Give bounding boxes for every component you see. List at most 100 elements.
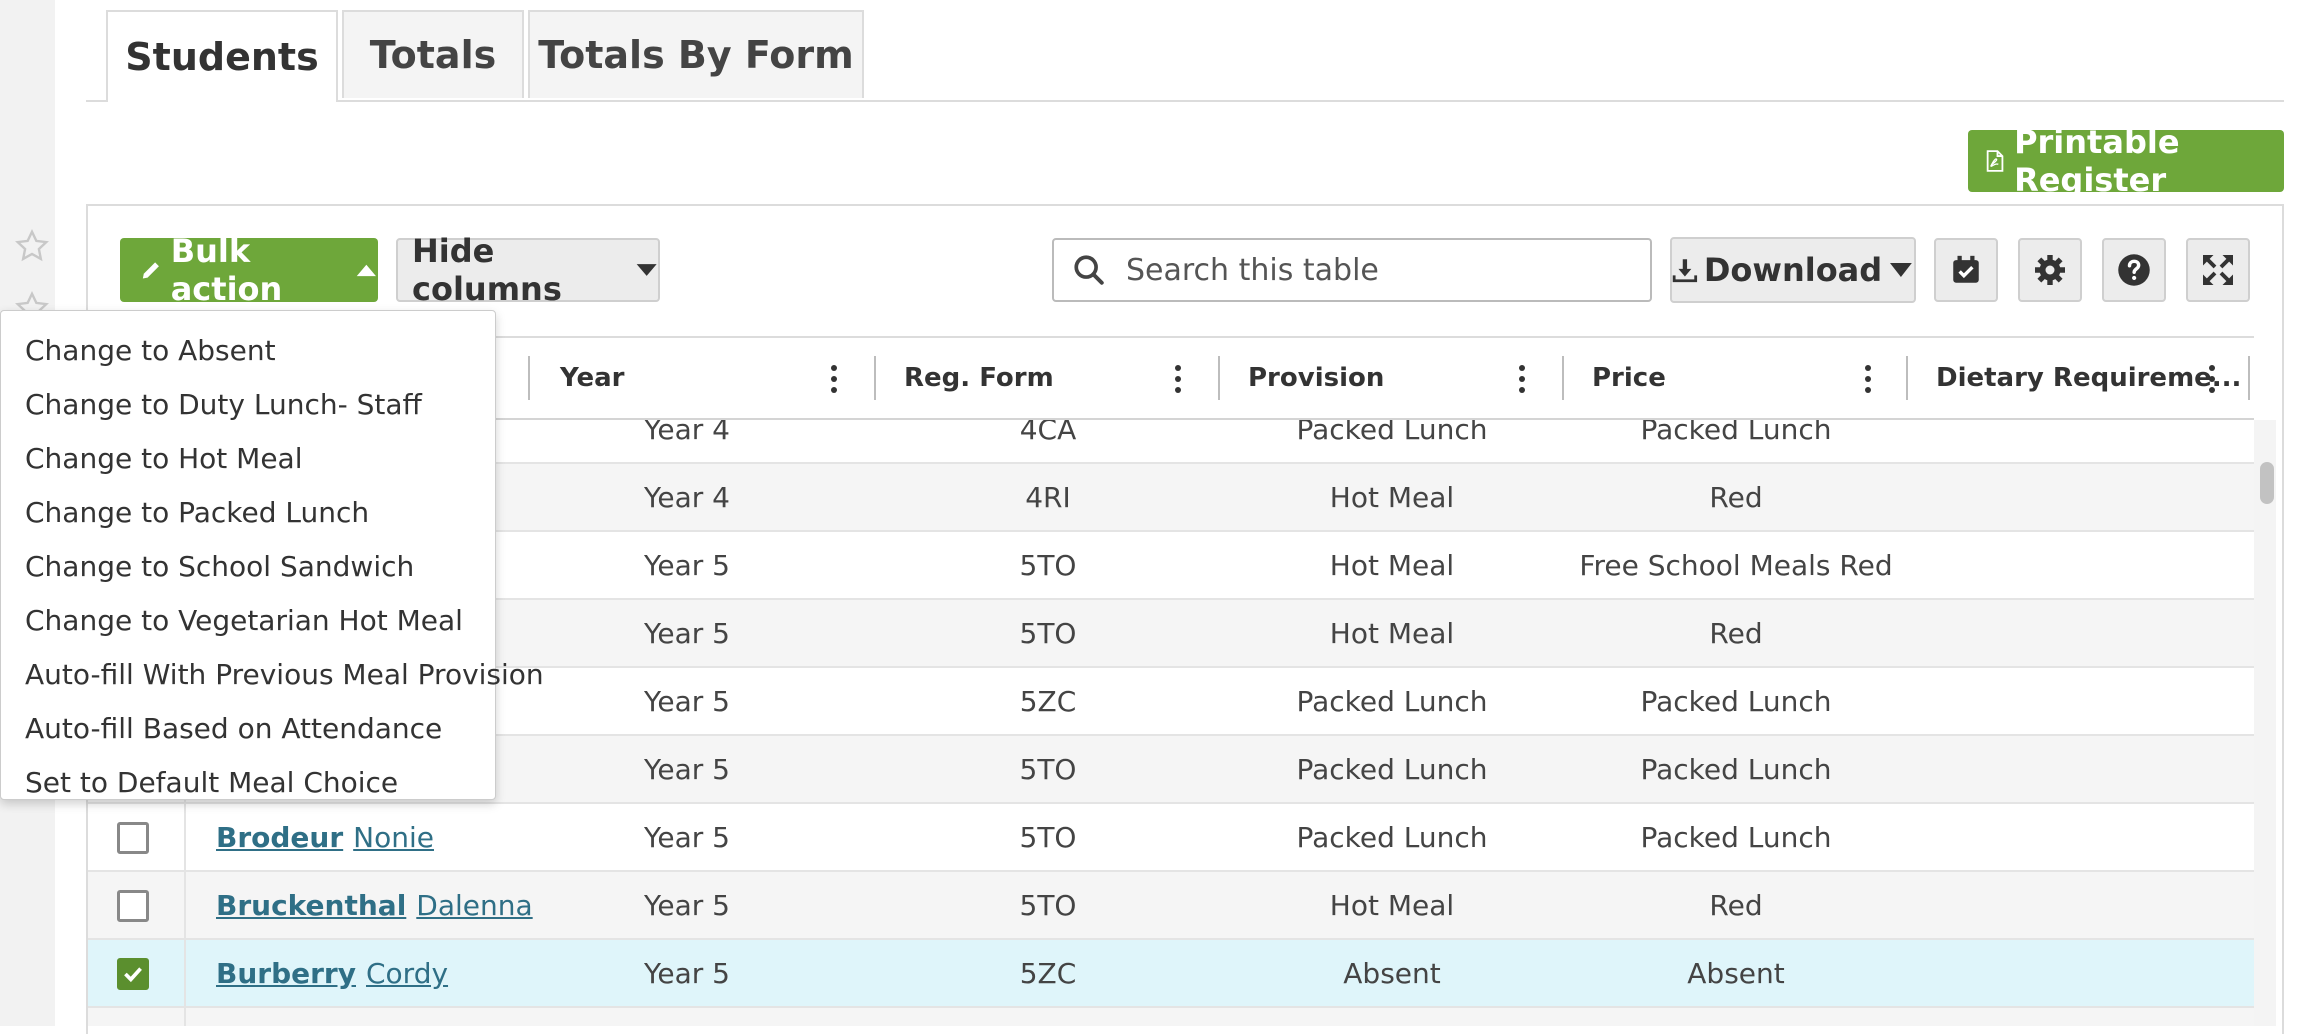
dietary-cell — [1908, 804, 2252, 870]
printable-register-label: Printable Register — [2014, 123, 2180, 199]
bulk-menu-item[interactable]: Change to School Sandwich — [25, 543, 414, 589]
column-divider[interactable] — [1906, 356, 1908, 400]
form-cell: 5TO — [1019, 888, 1077, 922]
bulk-menu-item[interactable]: Change to Duty Lunch- Staff — [25, 381, 422, 427]
download-icon — [1672, 259, 1698, 283]
table-row[interactable]: Bruckenthal Dalenna Year 5 5TO Hot Meal Red — [88, 872, 2254, 940]
column-menu-icon[interactable] — [2208, 364, 2216, 394]
bulk-menu-item[interactable]: Set to Default Meal Choice — [25, 759, 398, 805]
provision-cell: Packed Lunch — [1296, 752, 1488, 786]
column-divider[interactable] — [1218, 356, 1220, 400]
pdf-file-icon — [1986, 150, 2004, 172]
year-cell: Year 5 — [644, 888, 730, 922]
price-cell: Free School Meals Red — [1579, 548, 1893, 582]
row-checkbox[interactable] — [117, 958, 149, 990]
column-menu-icon[interactable] — [1518, 364, 1526, 394]
dietary-cell — [1908, 464, 2252, 530]
tab-bar: Students Totals Totals By Form — [86, 0, 2284, 102]
printable-register-button[interactable]: Printable Register — [1968, 123, 2284, 199]
form-cell: 5TO — [1019, 616, 1077, 650]
table-scrollbar[interactable] — [2254, 420, 2276, 1026]
year-cell: Year 5 — [644, 752, 730, 786]
student-first-name: Nonie — [353, 820, 434, 854]
select-cell — [88, 804, 186, 870]
student-name-link[interactable]: Bruckenthal Dalenna — [216, 872, 533, 938]
expand-icon — [2203, 255, 2233, 285]
help-button[interactable] — [2102, 238, 2166, 302]
fullscreen-button[interactable] — [2186, 238, 2250, 302]
check-icon — [124, 967, 142, 983]
star-icon[interactable] — [14, 228, 50, 264]
dietary-cell — [1908, 600, 2252, 666]
provision-cell: Packed Lunch — [1296, 820, 1488, 854]
column-menu-icon[interactable] — [830, 364, 838, 394]
row-checkbox[interactable] — [117, 890, 149, 922]
column-menu-icon[interactable] — [1864, 364, 1872, 394]
dietary-cell — [1908, 940, 2252, 1006]
bulk-menu-item[interactable]: Change to Absent — [25, 327, 276, 373]
year-cell: Year 4 — [644, 420, 730, 446]
provision-cell: Hot Meal — [1329, 548, 1455, 582]
bulk-menu-item[interactable]: Change to Vegetarian Hot Meal — [25, 597, 463, 643]
settings-button[interactable] — [2018, 238, 2082, 302]
dietary-cell — [1908, 872, 2252, 938]
price-cell: Red — [1709, 888, 1763, 922]
form-cell: 5TO — [1019, 752, 1077, 786]
form-cell: 4RI — [1025, 480, 1071, 514]
student-first-name: Cordy — [366, 956, 449, 990]
caret-down-icon — [1890, 263, 1913, 277]
student-last-name: Brodeur — [216, 820, 344, 854]
price-cell: Packed Lunch — [1640, 752, 1832, 786]
price-cell: Absent — [1687, 956, 1785, 990]
column-header-price[interactable]: Price — [1592, 338, 1666, 418]
dietary-cell — [1908, 1008, 2252, 1026]
search-input[interactable] — [1124, 251, 1608, 289]
bulk-menu-item[interactable]: Auto-fill With Previous Meal Provision — [25, 651, 544, 697]
tab-totals-by-form[interactable]: Totals By Form — [528, 10, 864, 98]
form-cell: 5ZC — [1019, 684, 1077, 718]
column-divider[interactable] — [874, 356, 876, 400]
price-cell: Packed Lunch — [1640, 684, 1832, 718]
column-header-year[interactable]: Year — [560, 338, 624, 418]
year-cell: Year 5 — [644, 616, 730, 650]
column-header-dietary[interactable]: Dietary Requireme... — [1936, 338, 2241, 418]
column-divider[interactable] — [1562, 356, 1564, 400]
price-cell: Packed Lunch — [1640, 420, 1832, 446]
student-name-link[interactable] — [216, 1008, 516, 1026]
table-row[interactable]: Brodeur Nonie Year 5 5TO Packed Lunch Packed … — [88, 804, 2254, 872]
provision-cell: Packed Lunch — [1296, 420, 1488, 446]
search-box[interactable] — [1052, 238, 1652, 302]
scrollbar-thumb[interactable] — [2260, 462, 2274, 504]
column-header-reg-form[interactable]: Reg. Form — [904, 338, 1054, 418]
price-cell: Red — [1709, 480, 1763, 514]
student-name-link[interactable]: Burberry Cordy — [216, 940, 516, 1006]
download-button[interactable]: Download — [1670, 237, 1916, 303]
price-cell: Red — [1709, 616, 1763, 650]
column-menu-icon[interactable] — [1174, 364, 1182, 394]
bulk-menu-item[interactable]: Change to Packed Lunch — [25, 489, 369, 535]
table-row[interactable]: Burberry Cordy Year 5 5ZC Absent Absent — [88, 940, 2254, 1008]
year-cell: Year 5 — [644, 548, 730, 582]
student-last-name: Bruckenthal — [216, 888, 407, 922]
dietary-cell — [1908, 420, 2252, 462]
caret-down-icon — [636, 264, 657, 276]
column-header-provision[interactable]: Provision — [1248, 338, 1384, 418]
hide-columns-button[interactable]: Hide columns — [396, 232, 660, 308]
form-cell: 5ZC — [1019, 956, 1077, 990]
select-cell — [88, 872, 186, 938]
year-cell: Year 5 — [644, 820, 730, 854]
tab-students[interactable]: Students — [106, 10, 338, 102]
column-divider[interactable] — [2248, 356, 2250, 400]
bulk-menu-item[interactable]: Change to Hot Meal — [25, 435, 303, 481]
bulk-menu-item[interactable]: Auto-fill Based on Attendance — [25, 705, 442, 751]
calendar-check-button[interactable] — [1934, 238, 1998, 302]
tab-totals[interactable]: Totals — [342, 10, 524, 98]
bulk-action-button[interactable]: Bulk action — [120, 232, 378, 308]
column-divider[interactable] — [528, 356, 530, 400]
provision-cell: Hot Meal — [1329, 888, 1455, 922]
table-row[interactable] — [88, 1008, 2254, 1026]
student-name-link[interactable]: Brodeur Nonie — [216, 804, 516, 870]
row-checkbox[interactable] — [117, 822, 149, 854]
form-cell: 4CA — [1019, 420, 1077, 446]
form-cell — [876, 1008, 1220, 1026]
